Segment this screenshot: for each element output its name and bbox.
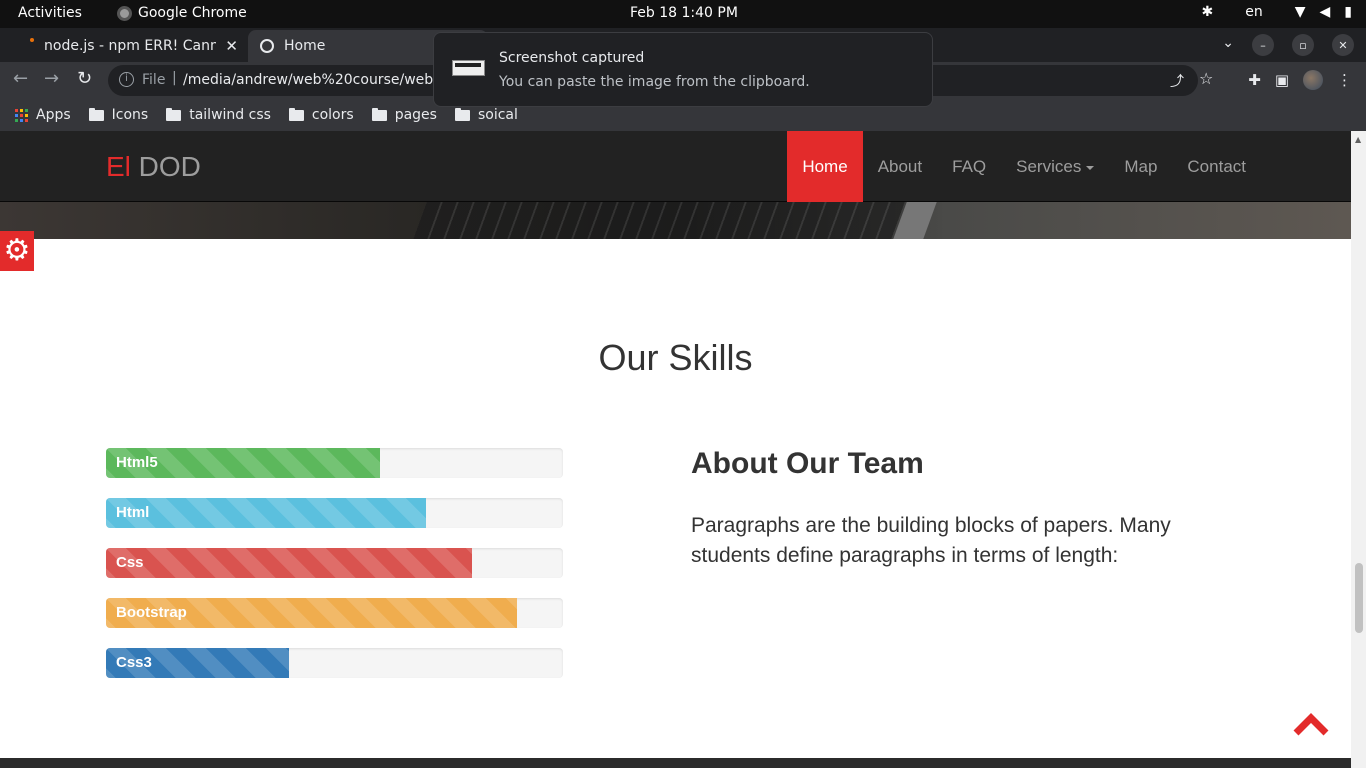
minimize-icon[interactable]: – bbox=[1252, 34, 1274, 56]
bookmark-label: pages bbox=[394, 107, 437, 123]
folder-icon bbox=[454, 107, 470, 121]
site-menu: Home About FAQ Services Map Contact bbox=[787, 131, 1261, 202]
battery-icon[interactable]: ▮ bbox=[1344, 4, 1352, 20]
tab-title: node.js - npm ERR! Cannot bbox=[44, 38, 216, 54]
app-menu[interactable]: Google Chrome bbox=[117, 5, 247, 21]
forward-arrow-icon[interactable]: → bbox=[44, 70, 59, 88]
window-controls: – ▫ ✕ bbox=[1252, 34, 1354, 56]
bookmark-icons[interactable]: Icons bbox=[88, 107, 149, 123]
clock[interactable]: Feb 18 1:40 PM bbox=[630, 5, 738, 21]
slack-icon[interactable]: ✱ bbox=[1201, 4, 1213, 20]
nav-services[interactable]: Services bbox=[1001, 131, 1109, 202]
apps-grid-icon bbox=[15, 108, 28, 122]
bookmark-colors[interactable]: colors bbox=[288, 107, 354, 123]
about-title: About Our Team bbox=[691, 447, 924, 480]
brand-accent: El bbox=[106, 151, 131, 182]
side-panel-icon[interactable]: ▣ bbox=[1275, 71, 1289, 89]
share-icon[interactable]: ⤴ bbox=[1170, 71, 1184, 91]
toolbar-right: ✚ ▣ ⋮ bbox=[1248, 70, 1352, 90]
notification-body: You can paste the image from the clipboa… bbox=[499, 74, 810, 90]
bookmark-star-icon[interactable]: ☆ bbox=[1199, 69, 1213, 88]
settings-gear-icon[interactable]: ⚙ bbox=[0, 231, 34, 271]
nav-home[interactable]: Home bbox=[787, 131, 863, 202]
nav-contact[interactable]: Contact bbox=[1172, 131, 1261, 202]
bookmark-label: colors bbox=[311, 107, 354, 123]
volume-icon[interactable]: ◀ bbox=[1320, 4, 1331, 20]
tab-npm-error[interactable]: node.js - npm ERR! Cannot ✕ bbox=[0, 30, 246, 62]
bookmark-soical[interactable]: soical bbox=[454, 107, 518, 123]
wifi-icon[interactable]: ▼ bbox=[1295, 4, 1306, 20]
bookmark-apps[interactable]: Apps bbox=[15, 107, 71, 123]
progress-fill: Css3 bbox=[106, 648, 289, 678]
progress-bar-html: Html bbox=[106, 498, 563, 528]
bookmark-label: tailwind css bbox=[189, 107, 271, 123]
progress-bar-css3: Css3 bbox=[106, 648, 563, 678]
url-scheme: File bbox=[142, 72, 166, 88]
keyboard-graphic bbox=[413, 202, 927, 239]
progress-fill: Css bbox=[106, 548, 472, 578]
bookmark-tailwind-css[interactable]: tailwind css bbox=[166, 107, 271, 123]
activities-button[interactable]: Activities bbox=[18, 5, 82, 21]
scroll-up-icon[interactable]: ▲ bbox=[1355, 135, 1361, 144]
progress-fill: Html5 bbox=[106, 448, 381, 478]
progress-bar-html5: Html5 bbox=[106, 448, 563, 478]
nav-about[interactable]: About bbox=[863, 131, 937, 202]
url-text[interactable]: /media/andrew/web%20course/web/Pr bbox=[183, 72, 433, 88]
scrollbar-thumb[interactable] bbox=[1355, 563, 1363, 633]
info-icon[interactable]: i bbox=[119, 72, 134, 87]
about-text: Paragraphs are the building blocks of pa… bbox=[691, 514, 1171, 567]
nav-faq[interactable]: FAQ bbox=[937, 131, 1001, 202]
skills-title: Our Skills bbox=[598, 337, 753, 378]
url-separator: | bbox=[172, 70, 177, 86]
progress-bar-css: Css bbox=[106, 548, 563, 578]
restore-icon[interactable]: ▫ bbox=[1292, 34, 1314, 56]
system-tray[interactable]: ✱ en ▼ ◀ ▮ bbox=[1201, 4, 1352, 20]
globe-icon bbox=[260, 39, 274, 53]
caret-down-icon bbox=[1086, 165, 1095, 170]
tab-title: Home bbox=[284, 38, 326, 54]
folder-icon bbox=[288, 107, 304, 121]
hero-image bbox=[0, 202, 1351, 239]
scroll-to-top-icon[interactable] bbox=[1292, 711, 1330, 737]
tab-favicon-icon bbox=[30, 38, 34, 42]
nav-services-label: Services bbox=[1016, 157, 1082, 176]
page-scrollbar[interactable]: ▲ bbox=[1351, 131, 1366, 768]
bookmark-label: soical bbox=[477, 107, 518, 123]
close-window-icon[interactable]: ✕ bbox=[1332, 34, 1354, 56]
chrome-icon bbox=[117, 5, 132, 21]
notification-title: Screenshot captured bbox=[499, 50, 645, 66]
folder-icon bbox=[371, 107, 387, 121]
site-brand[interactable]: El DOD bbox=[106, 151, 201, 183]
site-navbar: El DOD Home About FAQ Services Map Conta… bbox=[0, 131, 1351, 202]
progress-fill: Html bbox=[106, 498, 426, 528]
screenshot-notification[interactable]: Screenshot captured You can paste the im… bbox=[433, 32, 933, 107]
bookmark-label: Icons bbox=[111, 107, 149, 123]
screenshot-thumbnail bbox=[452, 60, 485, 76]
tab-search-chevron-icon[interactable]: ⌄ bbox=[1222, 35, 1234, 51]
back-arrow-icon[interactable]: ← bbox=[13, 70, 28, 88]
app-name: Google Chrome bbox=[138, 5, 247, 21]
bookmark-label: Apps bbox=[36, 107, 71, 123]
tab-close-icon[interactable]: ✕ bbox=[225, 37, 238, 55]
progress-fill: Bootstrap bbox=[106, 598, 518, 628]
nav-map[interactable]: Map bbox=[1109, 131, 1172, 202]
page-viewport: El DOD Home About FAQ Services Map Conta… bbox=[0, 131, 1351, 768]
progress-bar-bootstrap: Bootstrap bbox=[106, 598, 563, 628]
language-indicator[interactable]: en bbox=[1245, 4, 1263, 20]
folder-icon bbox=[88, 107, 104, 121]
folder-icon bbox=[166, 107, 182, 121]
brand-rest: DOD bbox=[130, 151, 201, 182]
extensions-icon[interactable]: ✚ bbox=[1248, 71, 1261, 89]
footer-edge bbox=[0, 758, 1351, 768]
os-top-bar: Activities Google Chrome Feb 18 1:40 PM … bbox=[0, 0, 1366, 28]
chrome-menu-icon[interactable]: ⋮ bbox=[1337, 71, 1352, 89]
profile-avatar[interactable] bbox=[1303, 70, 1323, 90]
bookmark-pages[interactable]: pages bbox=[371, 107, 437, 123]
reload-icon[interactable]: ↻ bbox=[77, 70, 92, 88]
